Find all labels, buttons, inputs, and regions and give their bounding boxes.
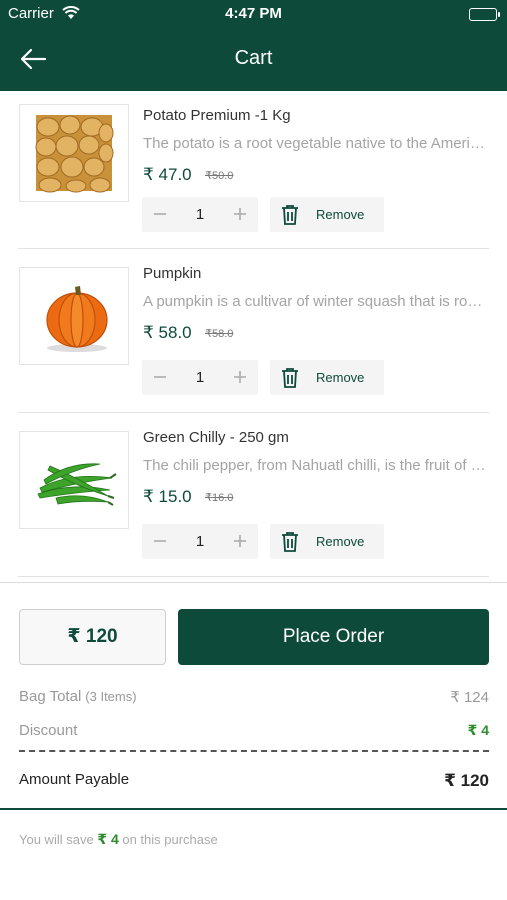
remove-button[interactable]: Remove [270, 524, 384, 559]
item-mrp: ₹50.0 [205, 170, 234, 182]
bag-total-text: Bag Total [19, 688, 82, 705]
page-title: Cart [234, 47, 273, 69]
place-order-button[interactable]: Place Order [178, 609, 489, 665]
trash-icon [280, 367, 300, 394]
amount-payable-label: Amount Payable [19, 771, 130, 788]
trash-icon [280, 204, 300, 231]
remove-label: Remove [316, 534, 365, 549]
increment-button[interactable] [222, 197, 258, 232]
cart-item: Green Chilly - 250 gm The chili pepper, … [18, 413, 489, 577]
item-price: ₹ 15.0 [143, 487, 192, 506]
item-name[interactable]: Green Chilly - 250 gm [143, 429, 289, 446]
item-mrp: ₹58.0 [205, 328, 234, 340]
cart-item: Pumpkin A pumpkin is a cultivar of winte… [18, 249, 489, 413]
status-bar: Carrier 4:47 PM [0, 0, 507, 28]
item-description: A pumpkin is a cultivar of winter squash… [143, 293, 489, 310]
quantity-value: 1 [195, 206, 205, 223]
item-description: The potato is a root vegetable native to… [143, 135, 489, 152]
dashed-divider [19, 750, 489, 752]
divider [0, 582, 507, 583]
quantity-stepper: 1 [142, 360, 258, 395]
decrement-button[interactable] [142, 524, 178, 559]
item-price: ₹ 47.0 [143, 165, 192, 184]
potato-image [19, 104, 129, 202]
bag-total-count: (3 Items) [85, 689, 137, 704]
bag-total-label: Bag Total (3 Items) [19, 688, 137, 705]
savings-amount: ₹ 4 [97, 831, 119, 847]
cart-item: Potato Premium -1 Kg The potato is a roo… [18, 91, 489, 249]
quantity-value: 1 [195, 369, 205, 386]
chilly-image [19, 431, 129, 529]
quantity-stepper: 1 [142, 524, 258, 559]
remove-label: Remove [316, 207, 365, 222]
increment-button[interactable] [222, 524, 258, 559]
clock: 4:47 PM [225, 5, 282, 22]
remove-button[interactable]: Remove [270, 197, 384, 232]
item-name[interactable]: Pumpkin [143, 265, 201, 282]
quantity-value: 1 [195, 533, 205, 550]
increment-button[interactable] [222, 360, 258, 395]
battery-icon [469, 8, 500, 21]
divider [0, 808, 507, 810]
discount-label: Discount [19, 722, 78, 739]
item-mrp: ₹16.0 [205, 492, 234, 504]
amount-payable-value: ₹ 120 [444, 771, 489, 790]
decrement-button[interactable] [142, 197, 178, 232]
remove-button[interactable]: Remove [270, 360, 384, 395]
savings-note: You will save ₹ 4 on this purchase [19, 831, 218, 848]
trash-icon [280, 531, 300, 558]
total-amount-button[interactable]: ₹ 120 [19, 609, 166, 665]
savings-suffix: on this purchase [122, 832, 218, 847]
decrement-button[interactable] [142, 360, 178, 395]
discount-value: ₹ 4 [467, 722, 489, 738]
quantity-stepper: 1 [142, 197, 258, 232]
remove-label: Remove [316, 370, 365, 385]
bag-total-value: ₹ 124 [450, 689, 489, 706]
item-price: ₹ 58.0 [143, 323, 192, 342]
item-name[interactable]: Potato Premium -1 Kg [143, 107, 291, 124]
pumpkin-image [19, 267, 129, 365]
item-description: The chili pepper, from Nahuatl chilli, i… [143, 457, 489, 474]
header: Cart [0, 28, 507, 91]
savings-prefix: You will save [19, 832, 94, 847]
